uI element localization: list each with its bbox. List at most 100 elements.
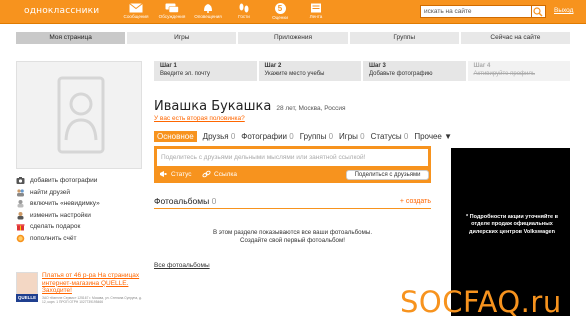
onboarding-steps: Шаг 1 Введите эл. почту Шаг 2 Укажите мест…	[154, 61, 570, 81]
subnav-groups[interactable]: Группы 0	[300, 132, 333, 141]
subnav-count: 0	[328, 132, 334, 141]
link-icon	[202, 170, 211, 178]
ad-link[interactable]: Платья от 46 р-ра На страницах интернет-…	[42, 272, 146, 295]
avatar[interactable]	[16, 61, 142, 169]
nav-discussions[interactable]: Обсуждения	[154, 2, 190, 24]
step-title: Шаг 4	[473, 63, 491, 69]
step-2[interactable]: Шаг 2 Укажите место учебы	[258, 61, 361, 81]
sidebar-item-add-photos[interactable]: добавить фотографии	[16, 175, 146, 187]
coin-icon	[16, 234, 25, 243]
envelope-icon	[129, 3, 143, 13]
sidebar-item-settings[interactable]: изменить настройки	[16, 210, 146, 222]
search-button[interactable]	[532, 5, 546, 18]
sidebar-item-label: пополнить счёт	[30, 234, 77, 242]
step-desc: Добавьте фотографию	[369, 70, 433, 77]
tab-apps[interactable]: Приложения	[238, 32, 348, 44]
main-tabs: Моя страница Игры Приложения Группы Сейч…	[16, 32, 571, 44]
subnav-friends[interactable]: Друзья 0	[203, 132, 236, 141]
nav-guests[interactable]: Гости	[226, 2, 262, 24]
subnav-label: Основное	[157, 132, 194, 141]
sidebar-item-find-friends[interactable]: найти друзей	[16, 187, 146, 199]
tab-games[interactable]: Игры	[127, 32, 237, 44]
nav-ratings[interactable]: 5 Оценки	[262, 2, 298, 24]
sidebar-item-gift[interactable]: сделать подарок	[16, 221, 146, 233]
tab-groups[interactable]: Группы	[349, 32, 459, 44]
post-box: Поделитесь с друзьями дельными мыслями и…	[154, 146, 431, 183]
top-nav: Сообщения Обсуждения Оповещения Гости 5 …	[118, 2, 334, 24]
subnav-label: Прочее ▼	[414, 132, 453, 141]
step-title: Шаг 3	[369, 63, 386, 69]
nav-label: Гости	[238, 14, 250, 19]
footprints-icon	[239, 3, 249, 13]
subnav-count: 0	[360, 132, 365, 141]
sidebar-item-label: найти друзей	[30, 188, 70, 196]
subnav-count: 0	[230, 132, 236, 141]
subnav-count: 0	[403, 132, 409, 141]
subnav-main[interactable]: Основное	[154, 131, 197, 142]
nav-notifications[interactable]: Оповещения	[190, 2, 226, 24]
subnav-games[interactable]: Игры 0	[339, 132, 365, 141]
tab-online-now[interactable]: Сейчас на сайте	[460, 32, 571, 44]
share-button[interactable]: Поделиться с друзьями	[346, 170, 429, 180]
nav-label: Обсуждения	[158, 14, 186, 19]
search-icon	[533, 7, 543, 17]
gift-icon	[16, 224, 25, 231]
nav-messages[interactable]: Сообщения	[118, 2, 154, 24]
albums-info-line: Создайте свой первый фотоальбом!	[240, 237, 345, 244]
sidebar-item-invisible[interactable]: включить «невидимку»	[16, 198, 146, 210]
step-4: Шаг 4 Активируйте профиль	[467, 61, 570, 81]
relationship-link[interactable]: У вас есть вторая половинка?	[154, 115, 245, 122]
albums-title: Фотоальбомы	[154, 196, 210, 206]
nav-label: Сообщения	[123, 14, 149, 19]
right-ad-text: * Подробности акции уточняйте в отделе п…	[465, 214, 558, 235]
subnav-label: Друзья	[202, 132, 229, 141]
subnav-count: 0	[289, 132, 294, 141]
albums-title-group: Фотоальбомы 0	[154, 196, 216, 206]
people-icon	[17, 189, 24, 197]
status-button[interactable]: Статус	[159, 170, 192, 178]
camera-icon	[16, 177, 25, 185]
sidebar-item-label: добавить фотографии	[30, 177, 98, 185]
step-1[interactable]: Шаг 1 Введите эл. почту	[154, 61, 257, 81]
sidebar-item-label: включить «невидимку»	[30, 200, 100, 208]
logout-link[interactable]: Выход	[554, 7, 573, 14]
step-desc: Введите эл. почту	[160, 70, 211, 77]
watermark-suffix: .ru	[520, 285, 562, 319]
subnav-statuses[interactable]: Статусы 0	[371, 132, 409, 141]
link-label: Ссылка	[214, 170, 238, 178]
step-title: Шаг 2	[264, 63, 282, 69]
create-album-link[interactable]: + создать	[400, 198, 431, 205]
nav-feed[interactable]: Лента	[298, 2, 334, 24]
chat-icon	[165, 3, 179, 13]
sidebar-item-topup[interactable]: пополнить счёт	[16, 233, 146, 245]
all-albums-link[interactable]: Все фотоальбомы	[154, 262, 210, 269]
ad-fine-print: ЗАО «Квелле Сервис» 125167 г. Москва, ул…	[42, 296, 142, 304]
nav-label: Лента	[309, 14, 323, 19]
step-desc: Активируйте профиль	[473, 70, 535, 77]
profile-age-location: 28 лет, Москва, Россия	[276, 105, 346, 112]
nav-label: Оценки	[272, 15, 288, 20]
rating-badge: 5	[274, 3, 286, 14]
sidebar-item-label: сделать подарок	[30, 223, 81, 231]
albums-empty-info: В этом разделе показываются все ваши фот…	[154, 229, 431, 245]
watermark: SOCFAQ.ru	[400, 285, 562, 319]
status-label: Статус	[171, 170, 192, 178]
user-silhouette-icon	[57, 76, 105, 154]
link-button[interactable]: Ссылка	[202, 170, 237, 178]
site-logo[interactable]: одноклассники	[24, 6, 99, 16]
albums-count: 0	[211, 196, 217, 206]
watermark-main: SOCFAQ	[400, 285, 521, 319]
sidebar-item-label: изменить настройки	[30, 211, 91, 219]
nav-label: Оповещения	[194, 14, 222, 19]
profile-subnav: Основное Друзья 0 Фотографии 0 Группы 0 …	[154, 131, 458, 142]
subnav-photos[interactable]: Фотографии 0	[241, 132, 293, 141]
post-input[interactable]: Поделитесь с друзьями дельными мыслями и…	[157, 149, 428, 166]
search-input[interactable]: искать на сайте	[420, 5, 532, 18]
subnav-label: Игры	[339, 132, 358, 141]
subnav-more[interactable]: Прочее ▼	[414, 132, 452, 141]
settings-icon	[17, 211, 24, 220]
bell-icon	[204, 4, 212, 13]
ad-brand-logo: QUELLE	[16, 294, 38, 302]
tab-my-page[interactable]: Моя страница	[16, 32, 126, 44]
step-3[interactable]: Шаг 3 Добавьте фотографию	[363, 61, 466, 81]
